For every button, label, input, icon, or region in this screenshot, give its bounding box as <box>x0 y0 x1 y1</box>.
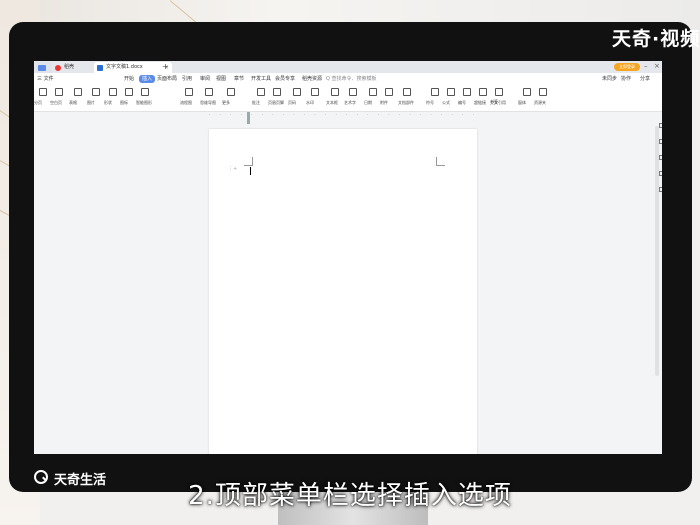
home-icon <box>38 65 46 71</box>
menu-docer-resources[interactable]: 稻壳资源 <box>302 73 322 85</box>
mind-map-button[interactable]: 思维导图 <box>200 87 218 109</box>
more-button[interactable]: 更多 <box>222 87 240 109</box>
tab-docer[interactable]: 稻壳 <box>52 62 94 73</box>
tab-label: 稻壳 <box>64 64 75 70</box>
margin-marker-top-left <box>244 157 253 166</box>
form-icon <box>523 88 531 96</box>
formula-icon <box>447 88 455 96</box>
ruler-indent-marker[interactable] <box>247 112 250 124</box>
header-footer-icon <box>273 88 281 96</box>
new-tab-icon[interactable]: + <box>162 61 169 72</box>
menu-file[interactable]: 三 文件 <box>37 73 54 85</box>
brand-watermark: 天奇·视频 <box>612 28 700 50</box>
document-page[interactable] <box>209 129 477 454</box>
menu-view[interactable]: 视图 <box>216 73 226 85</box>
smart-art-icon <box>141 88 149 96</box>
share-button[interactable]: 分享 <box>640 73 650 85</box>
date-icon <box>369 88 377 96</box>
docer-icon <box>55 65 61 71</box>
word-icon <box>97 65 103 71</box>
side-panel-icon[interactable] <box>659 155 662 160</box>
menu-developer[interactable]: 开发工具 <box>251 73 271 85</box>
screen: 稻壳 文字文稿1.docx × + 立即登录 – × 三 文件 开始 插入 页面… <box>34 61 662 454</box>
symbol-icon <box>431 88 439 96</box>
hyperlink-icon <box>479 88 487 96</box>
table-icon <box>74 88 82 96</box>
menu-home[interactable]: 开始 <box>124 73 134 85</box>
side-panel-icon[interactable] <box>659 139 662 144</box>
menu-member[interactable]: 会员专享 <box>275 73 295 85</box>
word-art-icon <box>349 88 357 96</box>
menu-references[interactable]: 引用 <box>182 73 192 85</box>
cross-reference-icon <box>495 88 503 96</box>
sync-status[interactable]: 未同步 <box>602 73 617 85</box>
blank-page-button[interactable]: 空白页 <box>50 87 68 109</box>
command-search[interactable]: Q 查找命令、搜索模板 <box>326 73 377 85</box>
text-box-icon <box>331 88 339 96</box>
tab-home[interactable] <box>36 62 53 73</box>
smart-art-button[interactable]: 智能图形 <box>136 87 154 109</box>
icons-icon <box>125 88 133 96</box>
attachment-icon <box>385 88 393 96</box>
page-number-button[interactable]: 页码 <box>288 87 306 109</box>
menu-review[interactable]: 审阅 <box>200 73 210 85</box>
login-button[interactable]: 立即登录 <box>614 63 640 71</box>
resource-folder-icon <box>539 88 547 96</box>
video-subtitle: 2.顶部菜单栏选择插入选项 <box>188 481 512 511</box>
table-button[interactable]: 表格 <box>69 87 87 109</box>
picture-button[interactable]: 图片 <box>87 87 105 109</box>
close-window-icon[interactable]: × <box>654 61 660 72</box>
tab-label: 文字文稿1.docx <box>106 64 143 70</box>
more-icon <box>227 88 235 96</box>
header-footer-button[interactable]: 页眉页脚 <box>268 87 286 109</box>
minimize-icon[interactable]: – <box>644 61 648 72</box>
blank-page-icon <box>55 88 63 96</box>
ribbon-toolbar: 分页 空白页 表格 图片 形状 图标 智能图形 流程图 思维导图 更多 批注 页… <box>34 85 662 112</box>
shape-icon <box>109 88 117 96</box>
vertical-scrollbar[interactable] <box>655 126 659 376</box>
resource-folder-button[interactable]: 资源夹 <box>534 87 552 109</box>
collaborate-button[interactable]: 协作 <box>621 73 631 85</box>
watermark-icon <box>311 88 319 96</box>
mind-map-icon <box>205 88 213 96</box>
side-panel-icon[interactable] <box>659 187 662 192</box>
numbering-icon <box>463 88 471 96</box>
watermark-button[interactable]: 水印 <box>306 87 324 109</box>
page-number-icon <box>293 88 301 96</box>
tab-bar: 稻壳 文字文稿1.docx × + 立即登录 – × <box>34 61 662 73</box>
attachment-button[interactable]: 附件 <box>380 87 398 109</box>
menu-bar: 三 文件 开始 插入 页面布局 引用 审阅 视图 章节 开发工具 会员专享 稻壳… <box>34 73 662 85</box>
text-box-button[interactable]: 文本框 <box>326 87 344 109</box>
picture-icon <box>92 88 100 96</box>
page-break-icon <box>39 88 47 96</box>
menu-section[interactable]: 章节 <box>234 73 244 85</box>
flowchart-button[interactable]: 流程图 <box>180 87 198 109</box>
side-panel-icon[interactable] <box>659 171 662 176</box>
menu-page-layout[interactable]: 页面布局 <box>157 73 177 85</box>
word-art-button[interactable]: 艺术字 <box>344 87 362 109</box>
menu-insert[interactable]: 插入 <box>139 75 156 83</box>
document-parts-button[interactable]: 文档部件 <box>398 87 416 109</box>
comment-icon <box>257 88 265 96</box>
side-panel-icon[interactable] <box>659 123 662 128</box>
tab-document[interactable]: 文字文稿1.docx × <box>94 62 172 73</box>
document-parts-icon <box>403 88 411 96</box>
margin-marker-top-right <box>436 157 445 166</box>
paragraph-handle-icon[interactable]: ⋮+ <box>228 166 237 172</box>
text-cursor <box>250 167 251 175</box>
flowchart-icon <box>185 88 193 96</box>
